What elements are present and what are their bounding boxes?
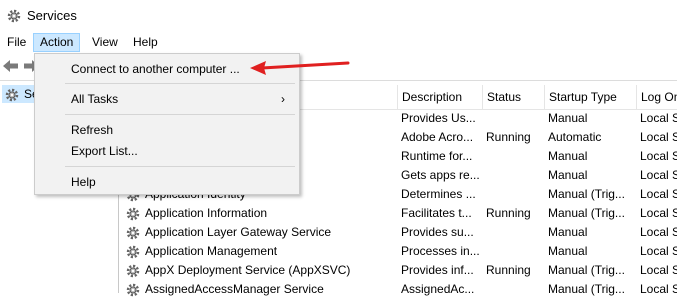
cell-logon: Local S <box>640 244 677 258</box>
cell-logon: Local S <box>640 168 677 182</box>
cell-startup: Automatic <box>548 130 602 144</box>
menu-bar: File Action View Help <box>0 32 677 53</box>
column-header-description[interactable]: Description <box>397 85 482 109</box>
service-name: AssignedAccessManager Service <box>145 282 324 296</box>
menu-item-export-list-label: Export List... <box>71 144 138 158</box>
cell-description: Gets apps re... <box>401 168 480 182</box>
table-row[interactable]: Application Information Facilitates t... R… <box>119 204 677 223</box>
menu-file[interactable]: File <box>1 33 32 52</box>
table-row[interactable]: AppX Deployment Service (AppXSVC) Provide… <box>119 261 677 280</box>
menu-item-connect-label: Connect to another computer ... <box>71 62 240 76</box>
cell-startup: Manual <box>548 149 588 163</box>
cell-status <box>482 147 544 166</box>
menu-separator <box>65 83 295 84</box>
title-bar: Services <box>0 0 677 32</box>
cell-startup: Manual (Trig... <box>548 282 625 296</box>
cell-logon: Local S <box>640 187 677 201</box>
table-row[interactable]: Application Management Processes in... Man… <box>119 242 677 261</box>
cell-description: Facilitates t... <box>401 206 472 220</box>
cell-status <box>482 109 544 128</box>
cell-status <box>482 280 544 299</box>
service-name: AppX Deployment Service (AppXSVC) <box>145 263 351 277</box>
cell-status <box>482 223 544 242</box>
cell-status: Running <box>486 206 531 220</box>
menu-item-refresh[interactable]: Refresh <box>35 119 299 141</box>
window-title: Services <box>27 8 77 23</box>
menu-separator <box>65 114 295 115</box>
cell-status <box>482 166 544 185</box>
menu-help[interactable]: Help <box>127 33 164 52</box>
cell-startup: Manual <box>548 168 588 182</box>
service-name: Application Layer Gateway Service <box>145 225 332 239</box>
cell-name: Application Management <box>119 242 397 261</box>
gear-icon <box>5 88 19 102</box>
cell-description: AssignedAc... <box>401 282 475 296</box>
cell-name: Application Information <box>119 204 397 223</box>
cell-logon: Local S <box>640 130 677 144</box>
menu-separator <box>65 166 295 167</box>
service-name: Application Management <box>145 244 278 258</box>
cell-logon: Local S <box>640 282 677 296</box>
cell-logon: Local S <box>640 149 677 163</box>
menu-item-all-tasks[interactable]: All Tasks › <box>35 88 299 110</box>
column-header-startup-type[interactable]: Startup Type <box>544 85 636 109</box>
column-header-log-on[interactable]: Log On <box>636 85 677 109</box>
menu-item-help[interactable]: Help <box>35 171 299 193</box>
cell-description: Provides inf... <box>401 263 474 277</box>
service-name: Application Information <box>145 206 268 220</box>
gear-icon <box>125 225 141 242</box>
menu-view[interactable]: View <box>86 33 124 52</box>
cell-startup: Manual (Trig... <box>548 206 625 220</box>
gear-icon <box>125 206 141 223</box>
gear-icon <box>7 9 21 23</box>
menu-action[interactable]: Action <box>33 33 81 52</box>
table-row[interactable]: AssignedAccessManager Service AssignedAc.… <box>119 280 677 299</box>
menu-item-export-list[interactable]: Export List... <box>35 140 299 162</box>
cell-name: AppX Deployment Service (AppXSVC) <box>119 261 397 280</box>
cell-description: Runtime for... <box>401 149 473 163</box>
menu-item-all-tasks-label: All Tasks <box>71 92 119 106</box>
back-arrow-icon[interactable] <box>2 59 20 73</box>
chevron-right-icon: › <box>281 92 285 106</box>
cell-description: Provides Us... <box>401 111 476 125</box>
cell-startup: Manual <box>548 225 588 239</box>
cell-startup: Manual (Trig... <box>548 187 625 201</box>
cell-startup: Manual <box>548 111 588 125</box>
cell-description: Provides su... <box>401 225 474 239</box>
column-header-status[interactable]: Status <box>482 85 544 109</box>
cell-startup: Manual <box>548 244 588 258</box>
cell-status <box>482 185 544 204</box>
cell-logon: Local S <box>640 263 677 277</box>
cell-logon: Local S <box>640 225 677 239</box>
cell-name: Application Layer Gateway Service <box>119 223 397 242</box>
gear-icon <box>125 263 141 280</box>
cell-description: Processes in... <box>401 244 480 258</box>
cell-status <box>482 242 544 261</box>
cell-status: Running <box>486 263 531 277</box>
cell-logon: Local S <box>640 206 677 220</box>
menu-item-help-label: Help <box>71 175 96 189</box>
cell-name: AssignedAccessManager Service <box>119 280 397 299</box>
table-row[interactable]: Application Layer Gateway Service Provide… <box>119 223 677 242</box>
cell-description: Adobe Acro... <box>401 130 474 144</box>
cell-logon: Local S <box>640 111 677 125</box>
gear-icon <box>125 244 141 261</box>
cell-description: Determines ... <box>401 187 476 201</box>
cell-startup: Manual (Trig... <box>548 263 625 277</box>
red-arrow-annotation <box>250 61 350 75</box>
menu-item-refresh-label: Refresh <box>71 123 114 137</box>
cell-status: Running <box>486 130 531 144</box>
gear-icon <box>125 282 141 299</box>
